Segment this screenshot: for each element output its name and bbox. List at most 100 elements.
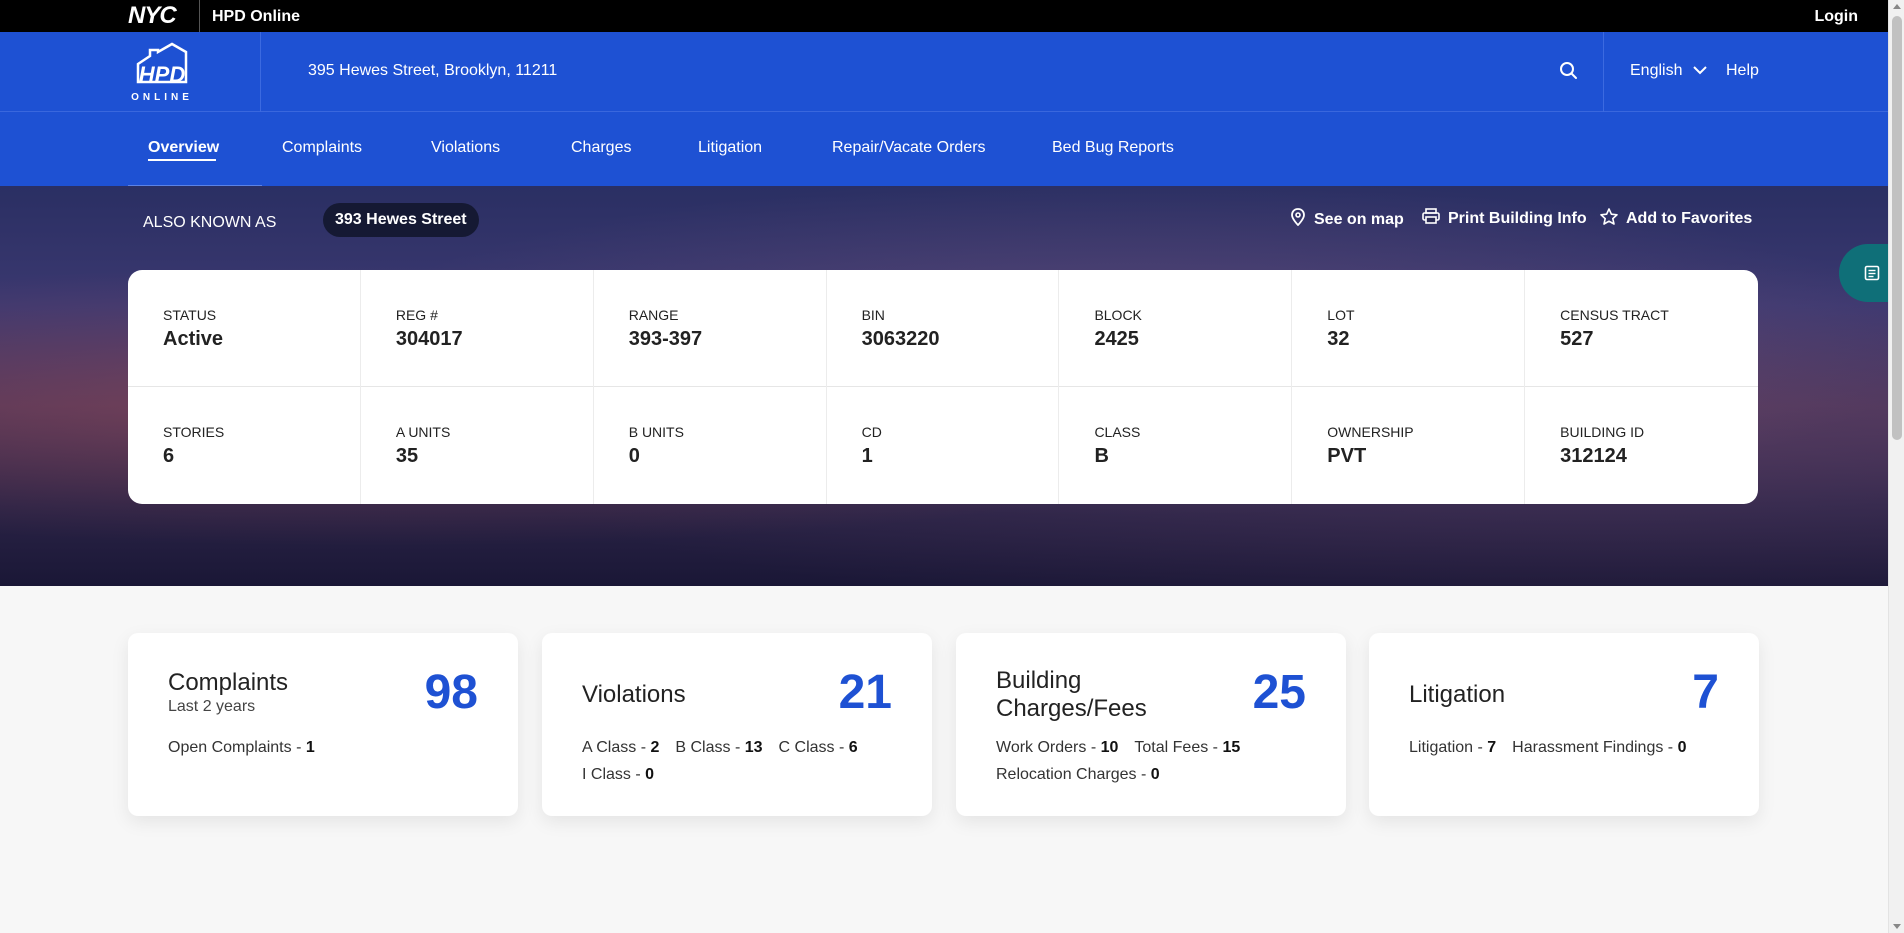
info-stories: STORIES 6	[128, 387, 361, 504]
detail-label: Work Orders -	[996, 739, 1101, 756]
tab-repair-vacate-orders[interactable]: Repair/Vacate Orders	[832, 139, 986, 157]
section-tabs: Overview Complaints Violations Charges L…	[0, 112, 1888, 186]
hpd-online-logo[interactable]: HPD ONLINE	[128, 42, 208, 104]
tab-violations[interactable]: Violations	[431, 139, 500, 157]
complaints-summary-card[interactable]: Complaints Last 2 years 98 Open Complain…	[128, 633, 518, 816]
info-label: REG #	[395, 307, 438, 323]
building-info-row: STORIES 6 A UNITS 35 B UNITS 0 CD 1 CLASS B O…	[128, 387, 1758, 504]
info-label: BIN	[861, 307, 885, 323]
card-detail: Relocation Charges - 0	[996, 766, 1160, 784]
info-value: 527	[1560, 328, 1594, 350]
litigation-summary-card[interactable]: Litigation 7 Litigation - 7 Harassment Fi…	[1369, 633, 1759, 816]
language-label: English	[1630, 62, 1683, 79]
detail-value: 7	[1487, 739, 1497, 756]
tab-complaints[interactable]: Complaints	[282, 139, 362, 157]
building-info-card: STATUS Active REG # 304017 RANGE 393-397 BI…	[128, 270, 1758, 504]
top-bar: NYC HPD Online Login	[0, 0, 1888, 32]
detail-label: Harassment Findings -	[1512, 739, 1678, 756]
tab-bed-bug-reports[interactable]: Bed Bug Reports	[1052, 139, 1174, 157]
info-class: CLASS B	[1059, 387, 1293, 504]
search-icon[interactable]	[1558, 60, 1580, 82]
detail-value: 13	[744, 739, 763, 756]
divider	[1603, 32, 1604, 112]
tab-charges[interactable]: Charges	[571, 139, 631, 157]
info-label: STATUS	[163, 307, 217, 323]
scroll-down-arrow[interactable]	[1893, 924, 1901, 929]
detail-value: 0	[645, 766, 655, 783]
violations-count: 21	[838, 666, 892, 719]
detail-label: Relocation Charges -	[996, 766, 1151, 783]
detail-value: 1	[305, 739, 315, 756]
detail-label: C Class -	[778, 739, 849, 756]
info-label: STORIES	[163, 424, 225, 440]
divider	[199, 0, 200, 32]
info-value: 3063220	[861, 328, 940, 350]
info-value: 1	[861, 445, 873, 467]
add-to-favorites-button[interactable]: Add to Favorites	[1600, 208, 1752, 230]
app-name: HPD Online	[212, 8, 301, 25]
aka-address-pill[interactable]: 393 Hewes Street	[323, 203, 479, 237]
info-label: CLASS	[1094, 424, 1141, 440]
info-reg-number: REG # 304017	[361, 270, 594, 387]
card-detail: A Class - 2 B Class - 13 C Class - 6	[582, 739, 858, 757]
info-label: BLOCK	[1094, 307, 1142, 323]
tab-overview[interactable]: Overview	[148, 139, 219, 157]
info-label: CD	[861, 424, 882, 440]
charges-summary-card[interactable]: Building Charges/Fees 25 Work Orders - 1…	[956, 633, 1346, 816]
divider	[260, 32, 261, 112]
add-to-favorites-label: Add to Favorites	[1626, 210, 1753, 227]
info-value: 2425	[1094, 328, 1139, 350]
detail-label: Litigation -	[1409, 739, 1488, 756]
scrollbar-thumb[interactable]	[1892, 16, 1902, 440]
see-on-map-label: See on map	[1314, 210, 1404, 228]
card-title-line: Building	[996, 667, 1082, 694]
info-value: PVT	[1327, 445, 1367, 467]
info-value: 312124	[1560, 445, 1627, 467]
info-census-tract: CENSUS TRACT 527	[1525, 270, 1758, 387]
detail-value: 15	[1222, 739, 1241, 756]
info-value: 304017	[395, 328, 463, 350]
scroll-up-arrow[interactable]	[1893, 4, 1901, 9]
card-title: Violations	[582, 681, 686, 708]
detail-value: 2	[650, 739, 660, 756]
card-detail: Work Orders - 10 Total Fees - 15	[996, 739, 1240, 757]
chevron-down-icon	[1692, 62, 1708, 80]
card-detail: Open Complaints - 1	[168, 739, 315, 757]
complaints-count: 98	[424, 666, 478, 719]
see-on-map-button[interactable]: See on map	[1290, 208, 1404, 231]
tab-litigation[interactable]: Litigation	[698, 139, 762, 157]
info-range: RANGE 393-397	[594, 270, 827, 387]
info-block: BLOCK 2425	[1059, 270, 1293, 387]
info-b-units: B UNITS 0	[594, 387, 827, 504]
info-label: BUILDING ID	[1560, 424, 1645, 440]
help-link[interactable]: Help	[1726, 62, 1759, 80]
side-panel-toggle-button[interactable]	[1839, 244, 1895, 302]
detail-label: B Class -	[675, 739, 745, 756]
page-scrollbar[interactable]	[1888, 0, 1904, 933]
print-building-info-label: Print Building Info	[1448, 209, 1587, 227]
violations-summary-card[interactable]: Violations 21 A Class - 2 B Class - 13 C C…	[542, 633, 932, 816]
detail-label: Open Complaints -	[168, 739, 306, 756]
language-select[interactable]: English	[1630, 62, 1708, 80]
nyc-logo[interactable]: NYC	[128, 4, 177, 28]
info-label: RANGE	[628, 307, 679, 323]
detail-label: A Class -	[582, 739, 651, 756]
detail-label: I Class -	[582, 766, 646, 783]
logo-text-online: ONLINE	[131, 92, 193, 103]
document-list-icon	[1864, 265, 1880, 286]
card-detail: I Class - 0	[582, 766, 654, 784]
info-label: OWNERSHIP	[1327, 424, 1414, 440]
card-title: Complaints	[168, 669, 289, 696]
aka-label: ALSO KNOWN AS	[143, 214, 277, 231]
star-icon	[1600, 208, 1618, 230]
info-value: Active	[163, 328, 224, 350]
building-address: 395 Hewes Street, Brooklyn, 11211	[308, 62, 558, 79]
logo-text-hpd: HPD	[139, 62, 186, 87]
info-ownership: OWNERSHIP PVT	[1292, 387, 1526, 504]
detail-label: Total Fees -	[1134, 739, 1223, 756]
info-building-id: BUILDING ID 312124	[1525, 387, 1758, 504]
login-link[interactable]: Login	[1814, 8, 1858, 26]
print-building-info-button[interactable]: Print Building Info	[1422, 208, 1587, 229]
card-detail: Litigation - 7 Harassment Findings - 0	[1409, 739, 1686, 757]
info-lot: LOT 32	[1292, 270, 1526, 387]
